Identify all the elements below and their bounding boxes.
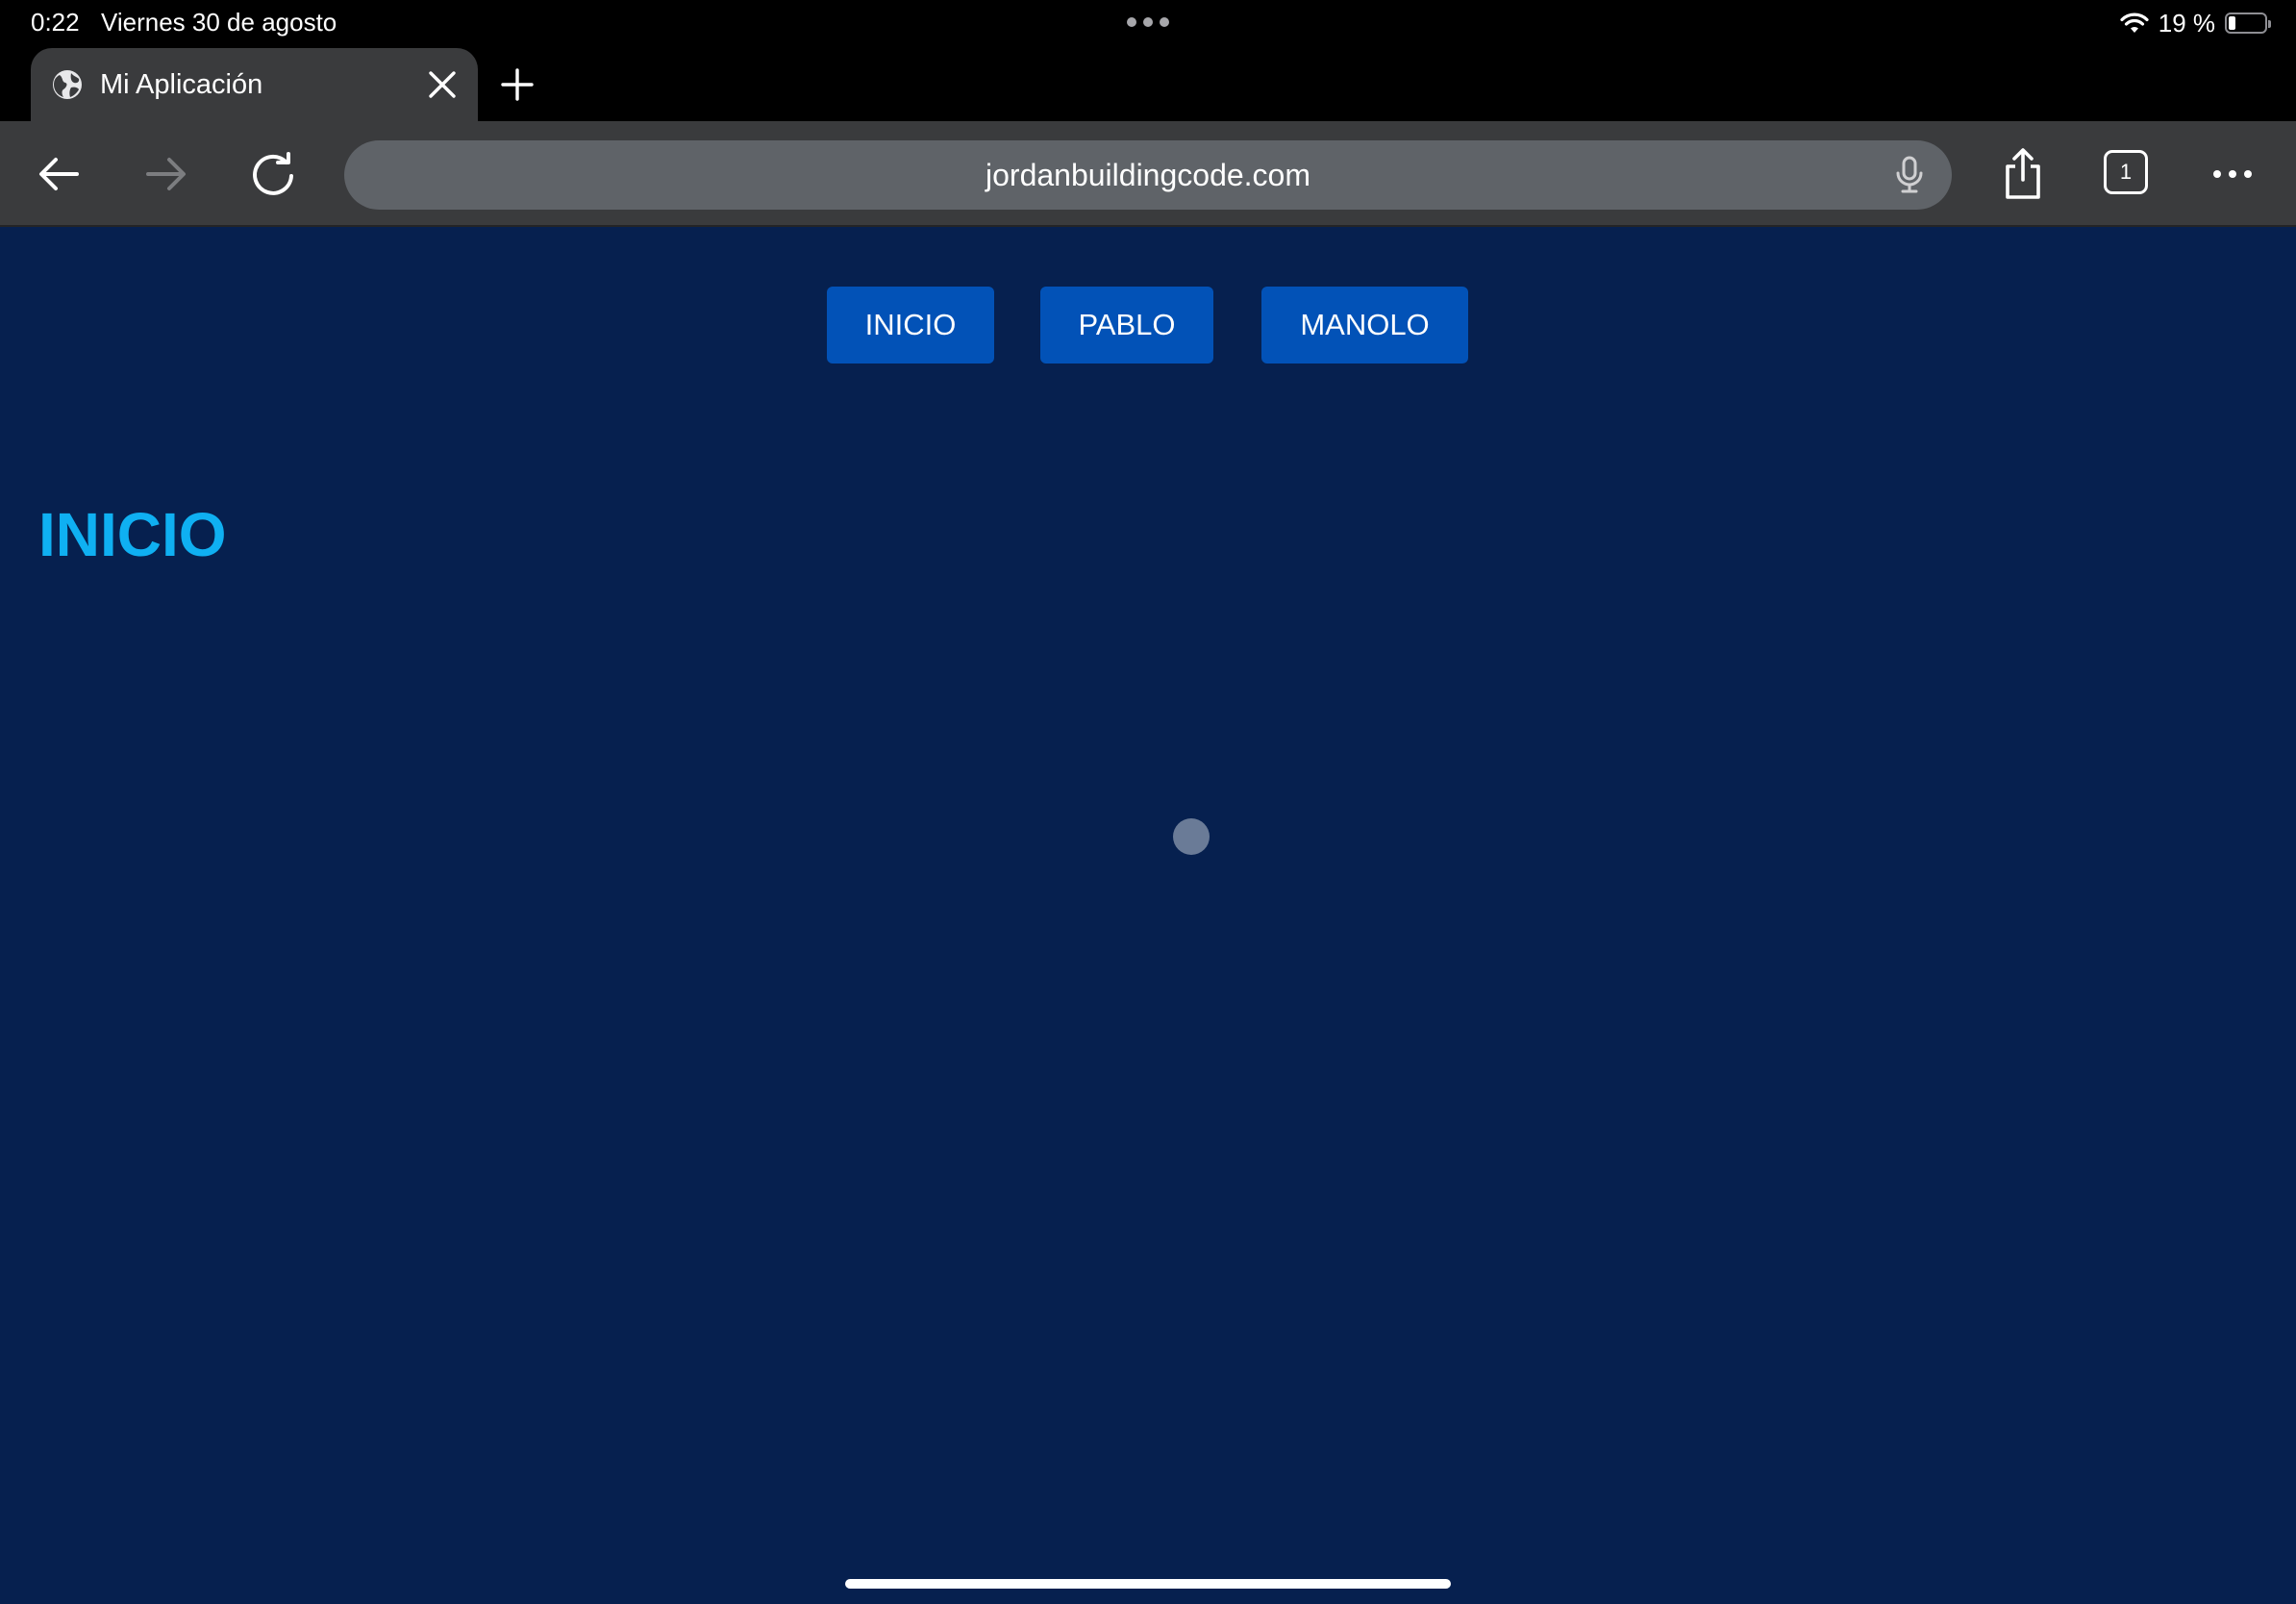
battery-percent: 19 % bbox=[2158, 9, 2215, 38]
tab-mi-aplicacion[interactable]: Mi Aplicación bbox=[31, 48, 478, 121]
share-icon[interactable] bbox=[1996, 147, 2050, 201]
wifi-icon bbox=[2120, 13, 2149, 33]
status-bar: 0:22 Viernes 30 de agosto 19 % bbox=[0, 0, 2296, 48]
tab-count-button[interactable]: 1 bbox=[2104, 150, 2148, 194]
forward-arrow-icon[interactable] bbox=[138, 147, 192, 201]
ipad-screen: 0:22 Viernes 30 de agosto 19 % Mi Aplica… bbox=[0, 0, 2296, 1604]
site-nav: INICIO PABLO MANOLO bbox=[0, 287, 2296, 363]
home-indicator[interactable] bbox=[845, 1579, 1451, 1589]
back-arrow-icon[interactable] bbox=[33, 147, 87, 201]
nav-button-inicio[interactable]: INICIO bbox=[827, 287, 994, 363]
more-icon[interactable] bbox=[2206, 147, 2259, 201]
nav-button-pablo[interactable]: PABLO bbox=[1040, 287, 1213, 363]
close-icon[interactable] bbox=[425, 67, 460, 102]
status-indicators: 19 % bbox=[2120, 8, 2271, 38]
address-bar[interactable]: jordanbuildingcode.com bbox=[344, 140, 1952, 210]
battery-icon bbox=[2225, 13, 2271, 34]
reload-icon[interactable] bbox=[246, 147, 300, 201]
status-date: Viernes 30 de agosto bbox=[101, 8, 337, 37]
tab-strip: Mi Aplicación bbox=[0, 48, 2296, 121]
nav-button-manolo[interactable]: MANOLO bbox=[1261, 287, 1468, 363]
url-text: jordanbuildingcode.com bbox=[986, 158, 1310, 192]
loading-indicator bbox=[1173, 818, 1210, 855]
globe-icon bbox=[53, 70, 82, 99]
page-heading: INICIO bbox=[38, 500, 227, 569]
web-page: INICIO PABLO MANOLO INICIO bbox=[0, 227, 2296, 1604]
multitasking-dots-icon[interactable] bbox=[1127, 17, 1169, 29]
status-time: 0:22 bbox=[31, 8, 80, 37]
battery-level-fill bbox=[2229, 16, 2235, 30]
plus-icon[interactable] bbox=[498, 65, 537, 104]
browser-toolbar: jordanbuildingcode.com 1 bbox=[0, 121, 2296, 227]
tab-title: Mi Aplicación bbox=[100, 69, 263, 100]
microphone-icon[interactable] bbox=[1892, 156, 1927, 194]
